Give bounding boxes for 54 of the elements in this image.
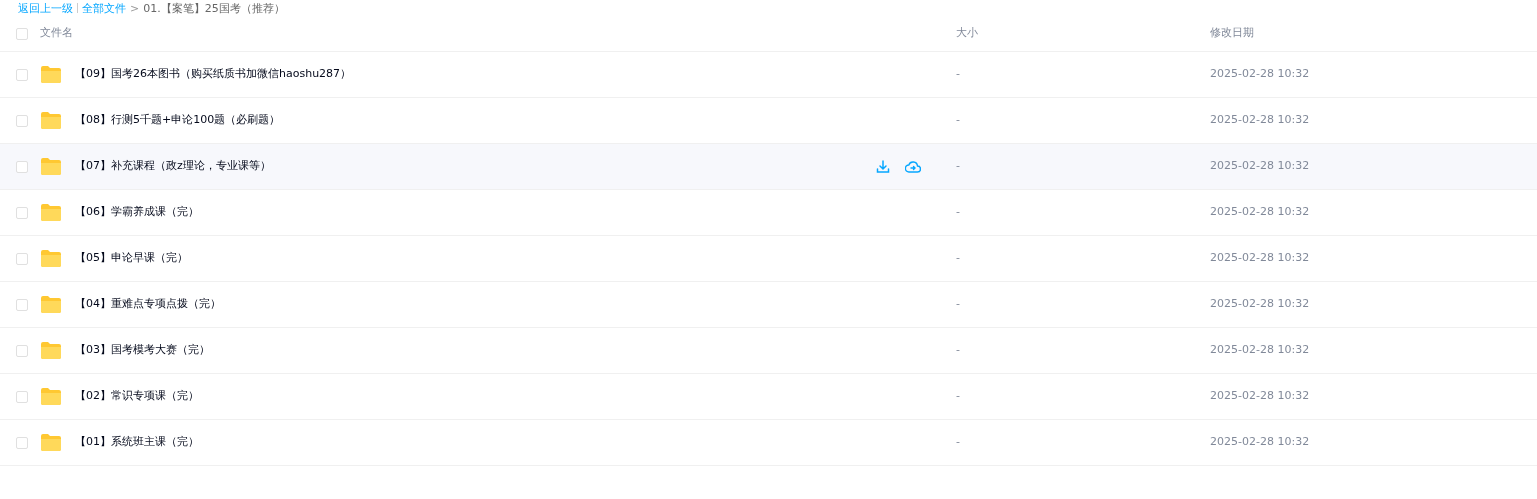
file-name[interactable]: 【03】国考模考大赛（完）: [75, 342, 876, 359]
file-size: -: [956, 158, 961, 175]
folder-icon: [40, 203, 62, 222]
modified-date: 2025-02-28 10:32: [1210, 112, 1310, 129]
file-size: -: [956, 250, 961, 267]
folder-icon: [40, 111, 62, 130]
file-size: -: [956, 66, 961, 83]
file-row[interactable]: 【07】补充课程（政z理论，专业课等） - 2025-02-28 10:32: [0, 144, 1537, 190]
column-header[interactable]: 修改日期: [1210, 25, 1254, 42]
file-name[interactable]: 【04】重难点专项点拨（完）: [75, 296, 876, 313]
modified-date: 2025-02-28 10:32: [1210, 388, 1310, 405]
modified-date: 2025-02-28 10:32: [1210, 158, 1310, 175]
file-name[interactable]: 【07】补充课程（政z理论，专业课等）: [75, 158, 876, 175]
file-name[interactable]: 【09】国考26本图书（购买纸质书加微信haoshu287）: [75, 66, 876, 83]
file-name[interactable]: 【08】行测5千题+申论100题（必刷题）: [75, 112, 876, 129]
modified-date: 2025-02-28 10:32: [1210, 296, 1310, 313]
row-checkbox[interactable]: [16, 68, 28, 81]
file-name[interactable]: 【06】学霸养成课（完）: [75, 204, 876, 221]
file-name[interactable]: 【02】常识专项课（完）: [75, 388, 876, 405]
file-size: -: [956, 296, 961, 313]
file-size: -: [956, 434, 961, 451]
modified-date: 2025-02-28 10:32: [1210, 204, 1310, 221]
file-name[interactable]: 【01】系统班主课（完）: [75, 434, 876, 451]
column-header[interactable]: 文件名: [40, 25, 956, 42]
breadcrumb-separator: >: [130, 2, 140, 14]
download-icon[interactable]: [876, 159, 890, 174]
modified-date: 2025-02-28 10:32: [1210, 342, 1310, 359]
file-size: -: [956, 388, 961, 405]
file-size: -: [956, 342, 961, 359]
file-size: -: [956, 204, 961, 221]
row-checkbox[interactable]: [16, 390, 28, 403]
folder-icon: [40, 387, 62, 406]
folder-icon: [40, 65, 62, 84]
cloud-save-icon[interactable]: [905, 159, 921, 174]
row-checkbox[interactable]: [16, 344, 28, 357]
row-checkbox[interactable]: [16, 160, 28, 173]
folder-icon: [40, 433, 62, 452]
folder-icon: [40, 157, 62, 176]
row-checkbox[interactable]: [16, 298, 28, 311]
folder-icon: [40, 341, 62, 360]
folder-icon: [40, 295, 62, 314]
current-folder: 01.【案笔】25国考（推荐）: [143, 2, 285, 14]
modified-date: 2025-02-28 10:32: [1210, 434, 1310, 451]
modified-date: 2025-02-28 10:32: [1210, 250, 1310, 267]
row-checkbox[interactable]: [16, 114, 28, 127]
file-size: -: [956, 112, 961, 129]
modified-date: 2025-02-28 10:32: [1210, 66, 1310, 83]
folder-icon: [40, 249, 62, 268]
file-name[interactable]: 【05】申论早课（完）: [75, 250, 876, 267]
row-checkbox[interactable]: [16, 206, 28, 219]
select-all-checkbox[interactable]: [16, 27, 28, 40]
row-checkbox[interactable]: [16, 252, 28, 265]
row-checkbox[interactable]: [16, 436, 28, 449]
column-header[interactable]: 大小: [956, 25, 1210, 42]
